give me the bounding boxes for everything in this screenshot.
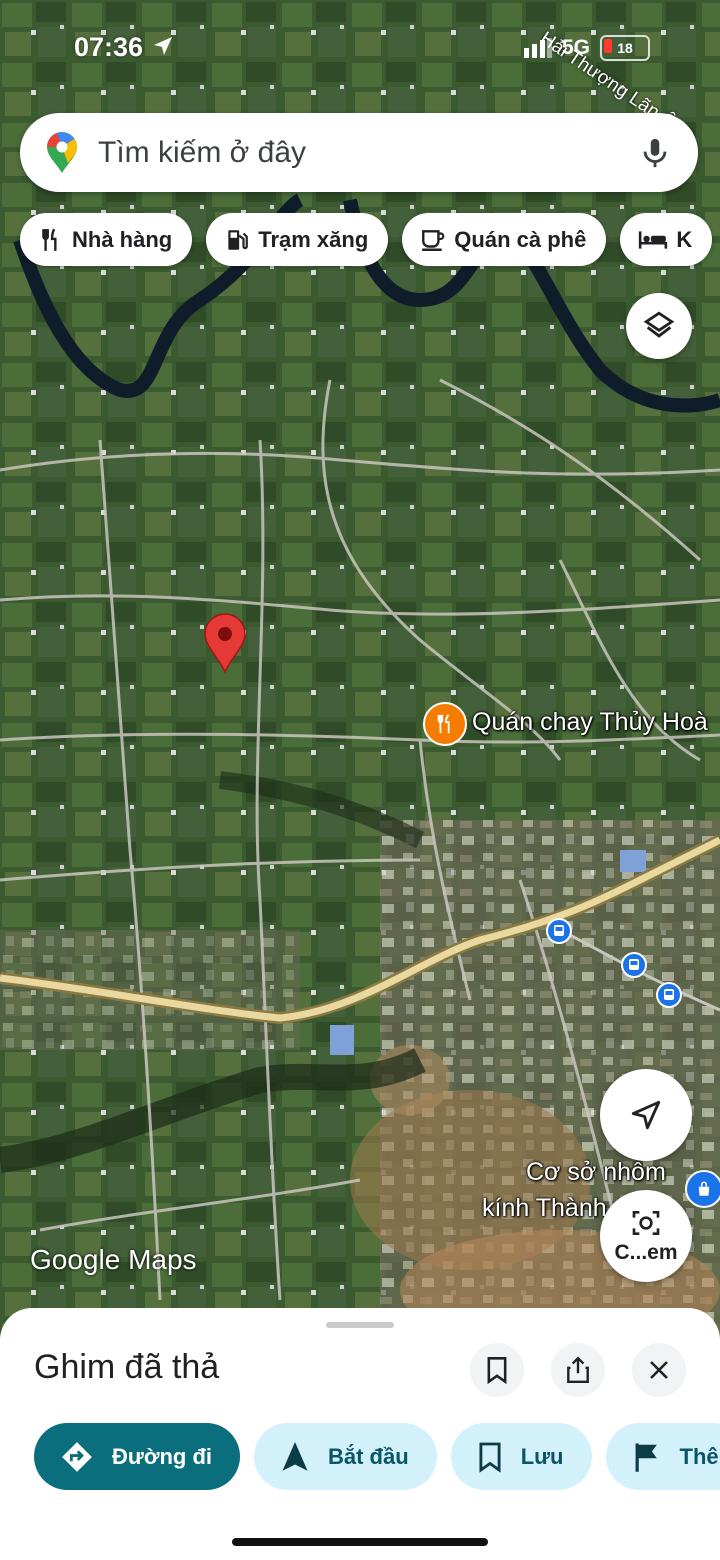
chip-label: Nhà hàng [72,226,173,252]
hotel-icon [639,230,668,249]
bus-stop-icon[interactable] [546,918,572,949]
chip-label: Trạm xăng [258,226,369,252]
battery-level: 18 [617,40,633,56]
poi-label-business-line1[interactable]: Cơ sở nhôm [526,1158,666,1187]
shopping-icon [698,1181,710,1196]
restaurant-poi-icon[interactable] [423,702,467,746]
category-chips: Nhà hàng Trạm xăng Quán cà phê K [20,213,713,266]
label-label: Thê [679,1443,719,1469]
gas-station-icon [228,229,249,250]
my-location-icon [631,1100,661,1130]
label-button[interactable]: Thê [605,1423,720,1490]
drag-handle[interactable] [326,1322,394,1328]
bus-stop-icon[interactable] [621,952,647,983]
chip-label: K [676,226,693,252]
directions-icon [62,1441,92,1472]
search-bar[interactable]: Tìm kiếm ở đây [20,113,698,192]
start-button[interactable]: Bắt đầu [254,1423,437,1490]
flag-icon [635,1442,657,1472]
action-buttons: Đường đi Bắt đầu Lưu Thê [34,1423,720,1490]
poi-label-restaurant[interactable]: Quán chay Thủy Hoà [472,708,708,737]
share-button[interactable] [551,1343,605,1397]
place-bottom-sheet[interactable]: Ghim đã thả Đường đi Bắt đầu Lưu Thê [0,1308,720,1560]
lens-camera-label: C...em [614,1241,678,1264]
signal-icon [523,38,552,58]
layers-button[interactable] [626,293,692,359]
restaurant-icon [437,714,450,734]
status-time-text: 07:36 [74,32,144,62]
save-icon-button[interactable] [470,1343,524,1397]
layers-icon [643,311,675,338]
bookmark-icon [487,1357,507,1384]
chip-hotels[interactable]: K [620,213,713,266]
network-type: 5G [561,36,590,59]
chip-gas-stations[interactable]: Trạm xăng [206,213,389,266]
status-indicators: 5G 18 [523,35,650,61]
lens-camera-button[interactable]: C...em [600,1190,692,1282]
battery-icon: 18 [600,35,650,61]
bus-stop-icon[interactable] [656,982,682,1013]
directions-button[interactable]: Đường đi [34,1423,240,1490]
close-icon [650,1361,668,1379]
close-button[interactable] [632,1343,686,1397]
google-maps-logo-icon [47,131,77,173]
search-input[interactable]: Tìm kiếm ở đây [98,136,638,170]
navigation-icon [282,1441,308,1471]
save-button[interactable]: Lưu [450,1423,592,1490]
google-maps-watermark: Google Maps [30,1244,197,1275]
home-indicator[interactable] [232,1538,488,1546]
poi-label-business-line2[interactable]: kính Thành [482,1194,607,1223]
microphone-icon[interactable] [638,136,672,170]
restaurant-icon [42,228,57,251]
status-time: 07:36 [74,32,175,63]
save-label: Lưu [520,1443,564,1469]
chip-coffee[interactable]: Quán cà phê [402,213,607,266]
directions-label: Đường đi [112,1443,212,1469]
bookmark-icon [479,1442,501,1473]
start-label: Bắt đầu [328,1443,409,1469]
coffee-icon [422,229,445,251]
sheet-title: Ghim đã thả [34,1348,220,1386]
shopping-poi-icon[interactable] [685,1170,720,1208]
chip-restaurants[interactable]: Nhà hàng [20,213,193,266]
share-icon [567,1356,589,1384]
chip-label: Quán cà phê [454,226,587,252]
location-arrow-icon [153,37,172,55]
my-location-button[interactable] [600,1069,692,1161]
lens-camera-icon [632,1211,660,1235]
dropped-pin-icon[interactable] [202,612,248,674]
